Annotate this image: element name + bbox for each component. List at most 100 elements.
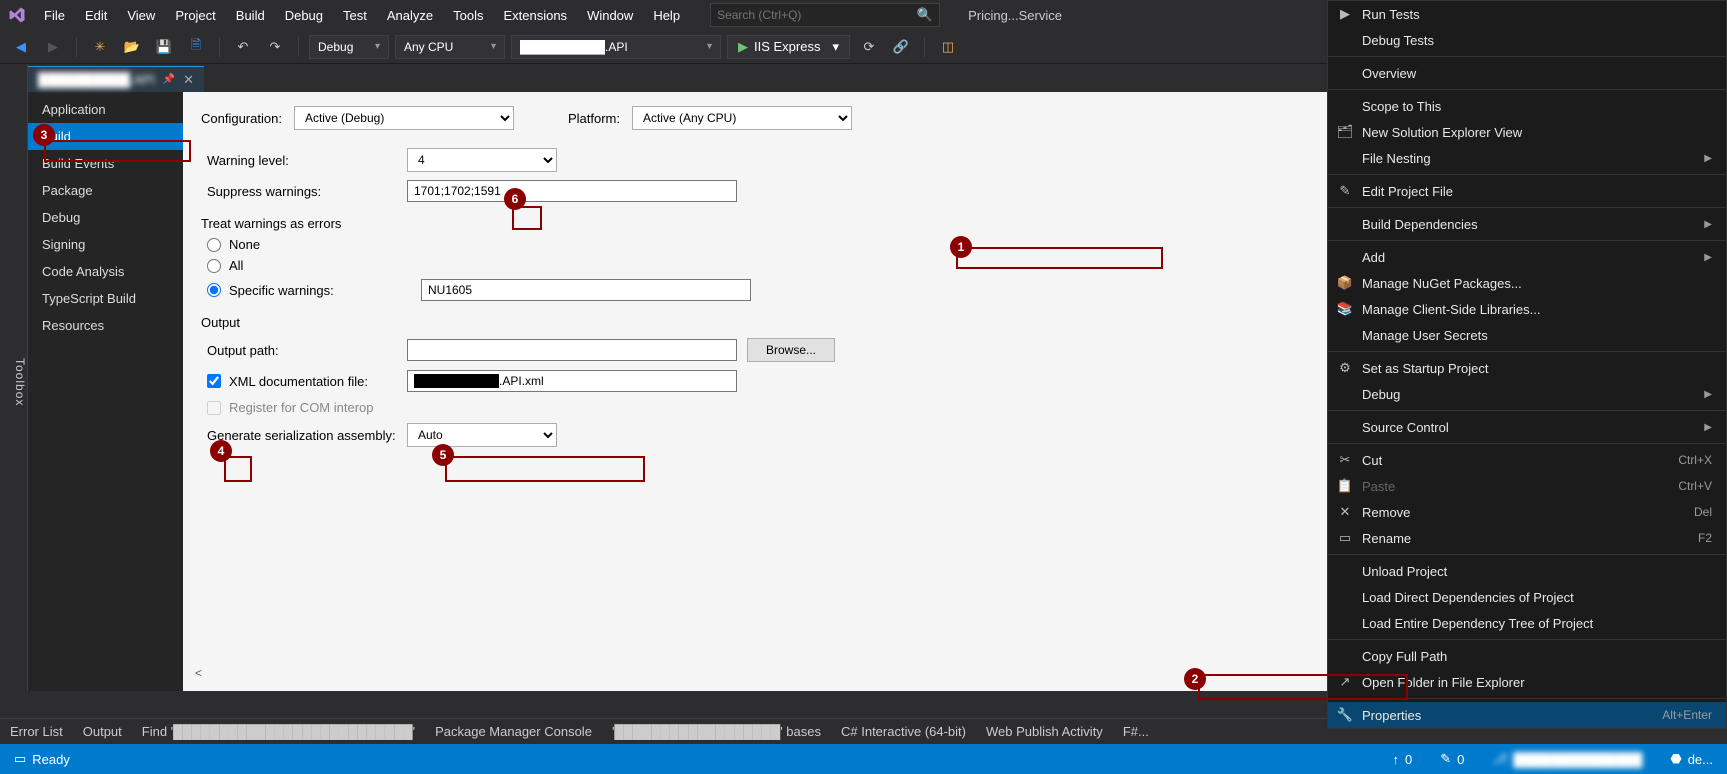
- ctx-debug-tests[interactable]: Debug Tests: [1328, 27, 1726, 53]
- gen-serialization-select[interactable]: Auto: [407, 423, 557, 447]
- start-debug-button[interactable]: ▶IIS Express▾: [727, 35, 850, 59]
- propnav-build-events[interactable]: Build Events: [28, 150, 183, 177]
- treat-none-radio[interactable]: [207, 238, 221, 252]
- propnav-application[interactable]: Application: [28, 96, 183, 123]
- ctx-open-folder[interactable]: ↗Open Folder in File Explorer: [1328, 669, 1726, 695]
- ctx-nuget[interactable]: 📦Manage NuGet Packages...: [1328, 270, 1726, 296]
- back-icon[interactable]: ◀: [8, 34, 34, 60]
- ctx-properties[interactable]: 🔧PropertiesAlt+Enter: [1328, 702, 1726, 728]
- bottom-tab[interactable]: Error List: [0, 720, 73, 743]
- propnav-code-analysis[interactable]: Code Analysis: [28, 258, 183, 285]
- suppress-warnings-input[interactable]: [407, 180, 737, 202]
- platform-combo[interactable]: Any CPU▾: [395, 35, 505, 59]
- menu-analyze[interactable]: Analyze: [377, 2, 443, 29]
- specific-warnings-input[interactable]: [421, 279, 751, 301]
- xml-doc-checkbox[interactable]: [207, 374, 221, 388]
- ctx-file-nesting[interactable]: File Nesting▶: [1328, 145, 1726, 171]
- undo-icon[interactable]: ↶: [230, 34, 256, 60]
- xml-doc-input[interactable]: [407, 370, 737, 392]
- ctx-run-tests[interactable]: ▶Run Tests: [1328, 1, 1726, 27]
- menu-build[interactable]: Build: [226, 2, 275, 29]
- menu-tools[interactable]: Tools: [443, 2, 493, 29]
- ctx-add[interactable]: Add▶: [1328, 244, 1726, 270]
- menu-window[interactable]: Window: [577, 2, 643, 29]
- suppress-warnings-label: Suppress warnings:: [207, 184, 407, 199]
- menu-view[interactable]: View: [117, 2, 165, 29]
- tab-title: ██████████.API: [38, 72, 155, 87]
- treat-all-radio[interactable]: [207, 259, 221, 273]
- save-all-icon[interactable]: 🗎: [183, 34, 209, 60]
- open-icon[interactable]: 📂: [119, 34, 145, 60]
- bottom-tab[interactable]: '██████████████████' bases: [602, 720, 831, 743]
- annotation-badge-6: 6: [504, 188, 526, 210]
- ctx-new-view[interactable]: 🗂New Solution Explorer View: [1328, 119, 1726, 145]
- project-properties-tab[interactable]: ██████████.API 📌 ✕: [28, 66, 204, 92]
- ctx-cut[interactable]: ✂CutCtrl+X: [1328, 447, 1726, 473]
- quick-search-input[interactable]: [717, 8, 917, 22]
- bottom-tab[interactable]: Output: [73, 720, 132, 743]
- ctx-debug[interactable]: Debug▶: [1328, 381, 1726, 407]
- status-branch[interactable]: ⎇██████████████: [1478, 751, 1656, 767]
- folder-open-icon: ↗: [1336, 674, 1354, 690]
- propnav-signing[interactable]: Signing: [28, 231, 183, 258]
- configuration-select[interactable]: Active (Debug): [294, 106, 514, 130]
- solution-selector[interactable]: Pricing...Service: [968, 8, 1062, 23]
- new-project-icon[interactable]: ✳: [87, 34, 113, 60]
- project-context-menu: ▶Run Tests Debug Tests Overview Scope to…: [1327, 0, 1727, 729]
- menu-debug[interactable]: Debug: [275, 2, 333, 29]
- menu-test[interactable]: Test: [333, 2, 377, 29]
- ctx-unload[interactable]: Unload Project: [1328, 558, 1726, 584]
- ctx-remove[interactable]: ✕RemoveDel: [1328, 499, 1726, 525]
- output-path-input[interactable]: [407, 339, 737, 361]
- edit-icon: ✎: [1336, 183, 1354, 199]
- propnav-resources[interactable]: Resources: [28, 312, 183, 339]
- menu-extensions[interactable]: Extensions: [493, 2, 577, 29]
- propnav-typescript-build[interactable]: TypeScript Build: [28, 285, 183, 312]
- ctx-client-libs[interactable]: 📚Manage Client-Side Libraries...: [1328, 296, 1726, 322]
- quick-search[interactable]: 🔍: [710, 3, 940, 27]
- ctx-overview[interactable]: Overview: [1328, 60, 1726, 86]
- ctx-source-control[interactable]: Source Control▶: [1328, 414, 1726, 440]
- ctx-startup[interactable]: ⚙Set as Startup Project: [1328, 355, 1726, 381]
- startup-project-combo[interactable]: ██████████.API▾: [511, 35, 721, 59]
- ctx-user-secrets[interactable]: Manage User Secrets: [1328, 322, 1726, 348]
- annotation-badge-4: 4: [210, 440, 232, 462]
- ctx-load-direct[interactable]: Load Direct Dependencies of Project: [1328, 584, 1726, 610]
- bottom-tab[interactable]: C# Interactive (64-bit): [831, 720, 976, 743]
- menu-help[interactable]: Help: [643, 2, 690, 29]
- status-changes[interactable]: ✎0: [1426, 751, 1478, 767]
- ctx-load-tree[interactable]: Load Entire Dependency Tree of Project: [1328, 610, 1726, 636]
- redo-icon[interactable]: ↷: [262, 34, 288, 60]
- toolbox-panel-tab[interactable]: Toolbox: [0, 64, 28, 691]
- menu-file[interactable]: File: [34, 2, 75, 29]
- upload-icon: ↑: [1393, 752, 1400, 767]
- bottom-tab[interactable]: Package Manager Console: [425, 720, 602, 743]
- propnav-debug[interactable]: Debug: [28, 204, 183, 231]
- status-repo[interactable]: ⬣de...: [1656, 751, 1727, 767]
- refresh-icon[interactable]: ⟳: [856, 34, 882, 60]
- close-icon[interactable]: ✕: [183, 72, 194, 88]
- bottom-tab[interactable]: Find '██████████████████████████': [132, 720, 425, 743]
- ctx-copy-path[interactable]: Copy Full Path: [1328, 643, 1726, 669]
- platform-select[interactable]: Active (Any CPU): [632, 106, 852, 130]
- pin-icon[interactable]: 📌: [163, 74, 175, 85]
- menu-edit[interactable]: Edit: [75, 2, 117, 29]
- page-hscrollbar[interactable]: <>: [195, 665, 1454, 681]
- ctx-scope[interactable]: Scope to This: [1328, 93, 1726, 119]
- browse-button[interactable]: Browse...: [747, 338, 835, 362]
- ctx-build-deps[interactable]: Build Dependencies▶: [1328, 211, 1726, 237]
- save-icon[interactable]: 💾: [151, 34, 177, 60]
- browser-link-icon[interactable]: 🔗: [888, 34, 914, 60]
- treat-specific-radio[interactable]: [207, 283, 221, 297]
- propnav-package[interactable]: Package: [28, 177, 183, 204]
- extension-icon[interactable]: ◫: [935, 34, 961, 60]
- status-publish[interactable]: ↑0: [1379, 752, 1427, 767]
- config-combo[interactable]: Debug▾: [309, 35, 389, 59]
- configuration-label: Configuration:: [201, 111, 282, 126]
- ctx-edit-project[interactable]: ✎Edit Project File: [1328, 178, 1726, 204]
- ctx-rename[interactable]: ▭RenameF2: [1328, 525, 1726, 551]
- bottom-tab[interactable]: Web Publish Activity: [976, 720, 1113, 743]
- bottom-tab[interactable]: F#...: [1113, 720, 1159, 743]
- menu-project[interactable]: Project: [165, 2, 225, 29]
- warning-level-select[interactable]: 4: [407, 148, 557, 172]
